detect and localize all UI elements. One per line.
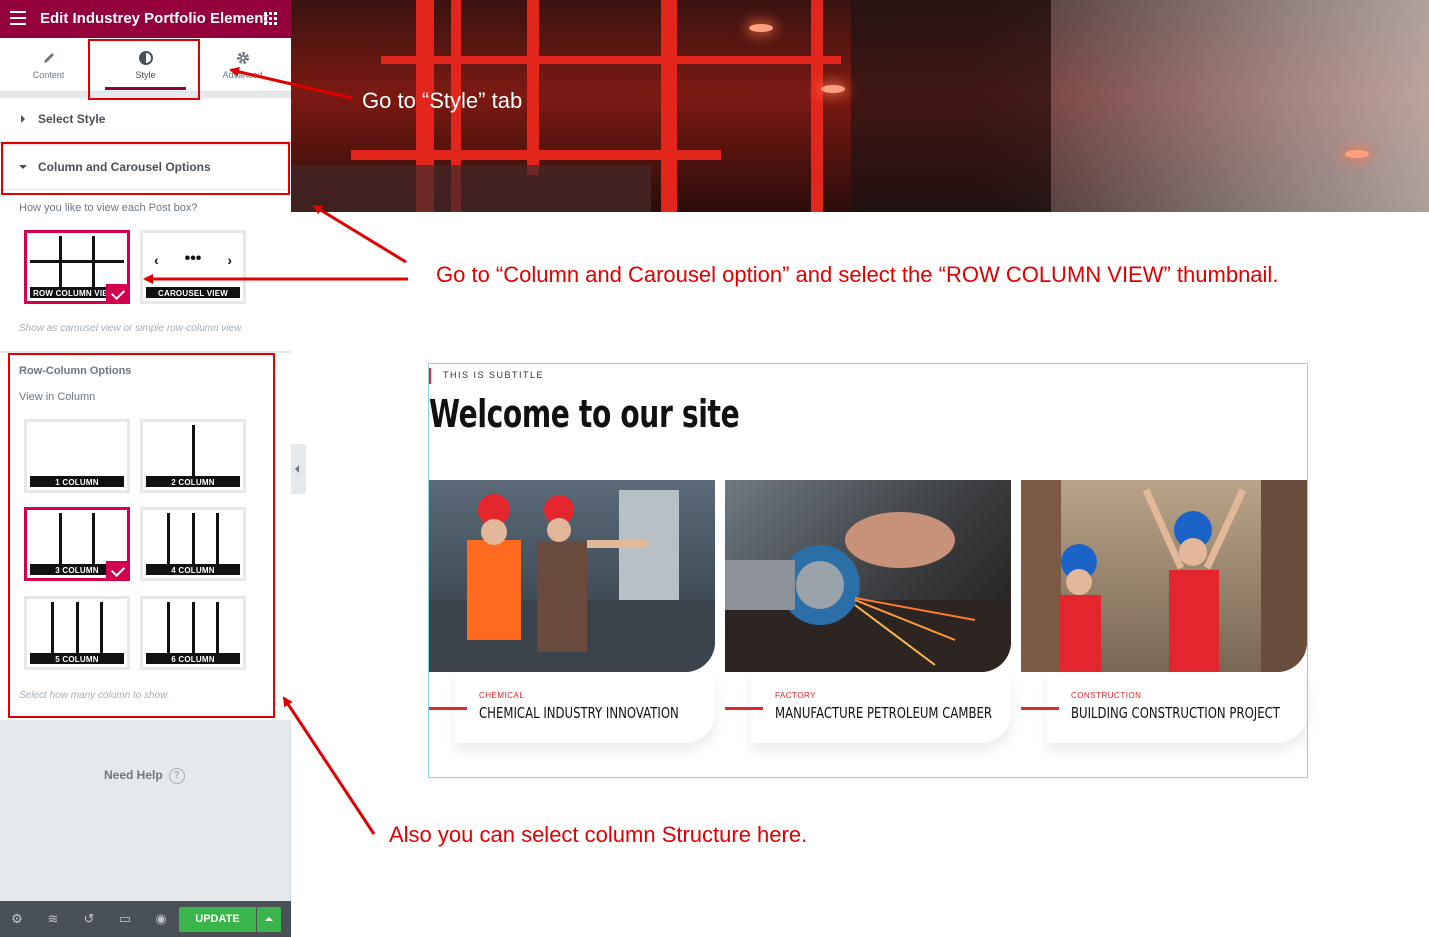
annotation-column-structure: Also you can select column Structure her… (389, 822, 808, 847)
tab-content-label: Content (32, 70, 65, 80)
settings-icon[interactable]: ⚙ (9, 911, 25, 927)
collapse-panel-handle[interactable] (291, 444, 306, 494)
card-title[interactable]: MANUFACTURE PETROLEUM CAMBER (775, 704, 992, 722)
dots-icon: ••• (184, 250, 202, 267)
need-help-label: Need Help (104, 768, 163, 783)
update-button[interactable]: UPDATE (179, 907, 256, 932)
update-options-caret-icon[interactable] (257, 907, 281, 932)
selected-check-icon (106, 284, 130, 304)
navigator-layers-icon[interactable]: ≋ (45, 911, 61, 927)
card-image-workers (429, 480, 715, 672)
card-category: CONSTRUCTION (1071, 691, 1142, 700)
arrow-to-column-section (312, 204, 407, 264)
grid-preview (30, 236, 124, 287)
question-icon: ? (168, 768, 185, 784)
pencil-icon (43, 53, 54, 63)
portfolio-widget[interactable]: THIS IS SUBTITLE Welcome to our site CHE… (428, 363, 1308, 778)
annotation-column-carousel: Go to “Column and Carousel option” and s… (436, 262, 1279, 287)
tab-advanced-label: Advanced (222, 70, 263, 80)
screenshot: Edit Industrey Portfolio Element Content… (0, 0, 1429, 937)
need-help-link[interactable]: Need Help? (104, 768, 185, 784)
section-subtitle: THIS IS SUBTITLE (443, 370, 545, 380)
highlight-column-carousel-section (1, 142, 290, 195)
caret-right-icon (21, 115, 25, 123)
carousel-view-thumbnail[interactable]: ‹ ••• › CAROUSEL VIEW (140, 230, 246, 304)
view-question-label: How you like to view each Post box? (19, 202, 198, 214)
subtitle-accent-bar (429, 368, 431, 384)
card-title[interactable]: BUILDING CONSTRUCTION PROJECT (1071, 704, 1280, 722)
card-category: CHEMICAL (479, 691, 525, 700)
preview-eye-icon[interactable]: ◉ (153, 911, 169, 927)
card-accent-line (429, 707, 467, 710)
panel-title: Edit Industrey Portfolio Element (40, 10, 269, 27)
gear-icon (236, 52, 249, 64)
portfolio-card[interactable]: CONSTRUCTION BUILDING CONSTRUCTION PROJE… (1021, 480, 1307, 745)
card-accent-line (725, 707, 763, 710)
card-image-construction (1021, 480, 1307, 672)
panel-header: Edit Industrey Portfolio Element (0, 0, 291, 38)
card-category: FACTORY (775, 691, 816, 700)
portfolio-card[interactable]: CHEMICAL CHEMICAL INDUSTRY INNOVATION (429, 480, 715, 745)
carousel-view-caption: CAROUSEL VIEW (157, 289, 228, 298)
carousel-preview: ‹ ••• › (146, 236, 240, 287)
history-icon[interactable]: ↺ (81, 911, 97, 927)
widgets-grid-icon[interactable] (264, 12, 277, 25)
annotation-style-tab: Go to “Style” tab (362, 88, 523, 113)
highlight-style-tab (88, 39, 200, 100)
chevron-right-icon: › (227, 252, 232, 268)
section-select-style-label: Select Style (38, 112, 106, 126)
view-type-control: How you like to view each Post box? ROW … (0, 190, 291, 352)
portfolio-card[interactable]: FACTORY MANUFACTURE PETROLEUM CAMBER (725, 480, 1011, 745)
hamburger-menu-icon[interactable] (10, 11, 26, 25)
highlight-row-column-options (8, 353, 275, 718)
card-title[interactable]: CHEMICAL INDUSTRY INNOVATION (479, 704, 679, 722)
card-accent-line (1021, 707, 1059, 710)
section-heading: Welcome to our site (429, 392, 740, 436)
section-select-style[interactable]: Select Style (0, 98, 291, 142)
row-column-view-thumbnail[interactable]: ROW COLUMN VIEW (24, 230, 130, 304)
responsive-mode-icon[interactable]: ▭ (117, 911, 133, 927)
view-help-text: Show as carousel view or simple row-colu… (19, 323, 244, 334)
arrow-to-column-options (282, 696, 376, 835)
tab-content[interactable]: Content (0, 38, 97, 92)
tab-advanced[interactable]: Advanced (194, 38, 291, 92)
card-image-grinder (725, 480, 1011, 672)
